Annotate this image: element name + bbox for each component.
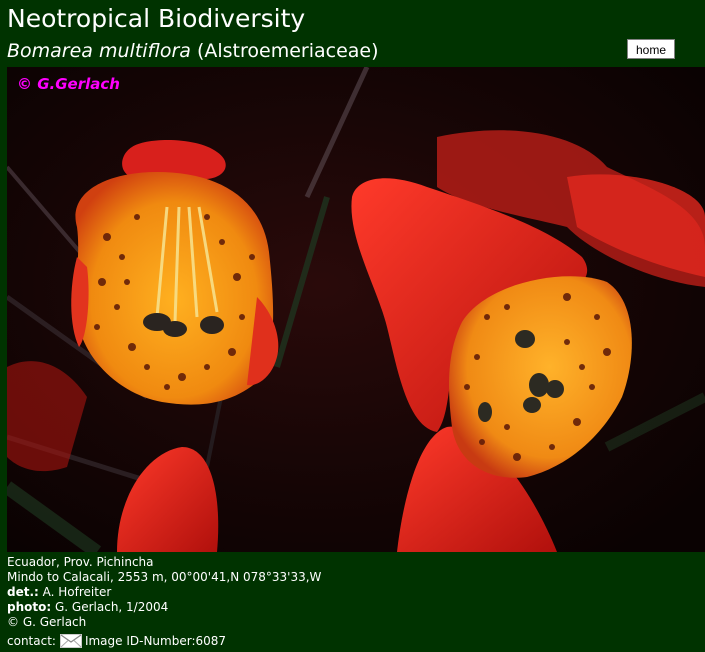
image-id: Image ID-Number:6087 [84,633,227,648]
photo-info: Ecuador, Prov. Pichincha Mindo to Calaca… [7,555,321,650]
photo-label: photo: [7,600,52,614]
flower-photo [7,67,705,552]
photographer: photo: G. Gerlach, 1/2004 [7,600,321,615]
site-title: Neotropical Biodiversity [7,4,306,33]
contact-row: contact: Image ID-Number:6087 [7,632,321,650]
contact-label: contact: [7,633,56,648]
photo-value: G. Gerlach, 1/2004 [54,600,169,614]
location-line-1: Ecuador, Prov. Pichincha [7,555,154,569]
copyright-line: © G. Gerlach [7,615,87,629]
species-heading: Bomarea multiflora (Alstroemeriaceae) [7,38,379,64]
home-button[interactable]: home [627,39,675,59]
photo-copyright-watermark: © G.Gerlach [17,75,120,93]
page: Neotropical Biodiversity Bomarea multifl… [0,0,705,652]
location-line-2: Mindo to Calacali, 2553 m, 00°00'41,N 07… [7,570,322,584]
det-value: A. Hofreiter [42,585,112,599]
determined-by: det.: A. Hofreiter [7,585,321,600]
mail-icon[interactable] [59,634,82,648]
det-label: det.: [7,585,39,599]
family-name: (Alstroemeriaceae) [196,40,379,62]
species-name: Bomarea multiflora [7,40,191,62]
